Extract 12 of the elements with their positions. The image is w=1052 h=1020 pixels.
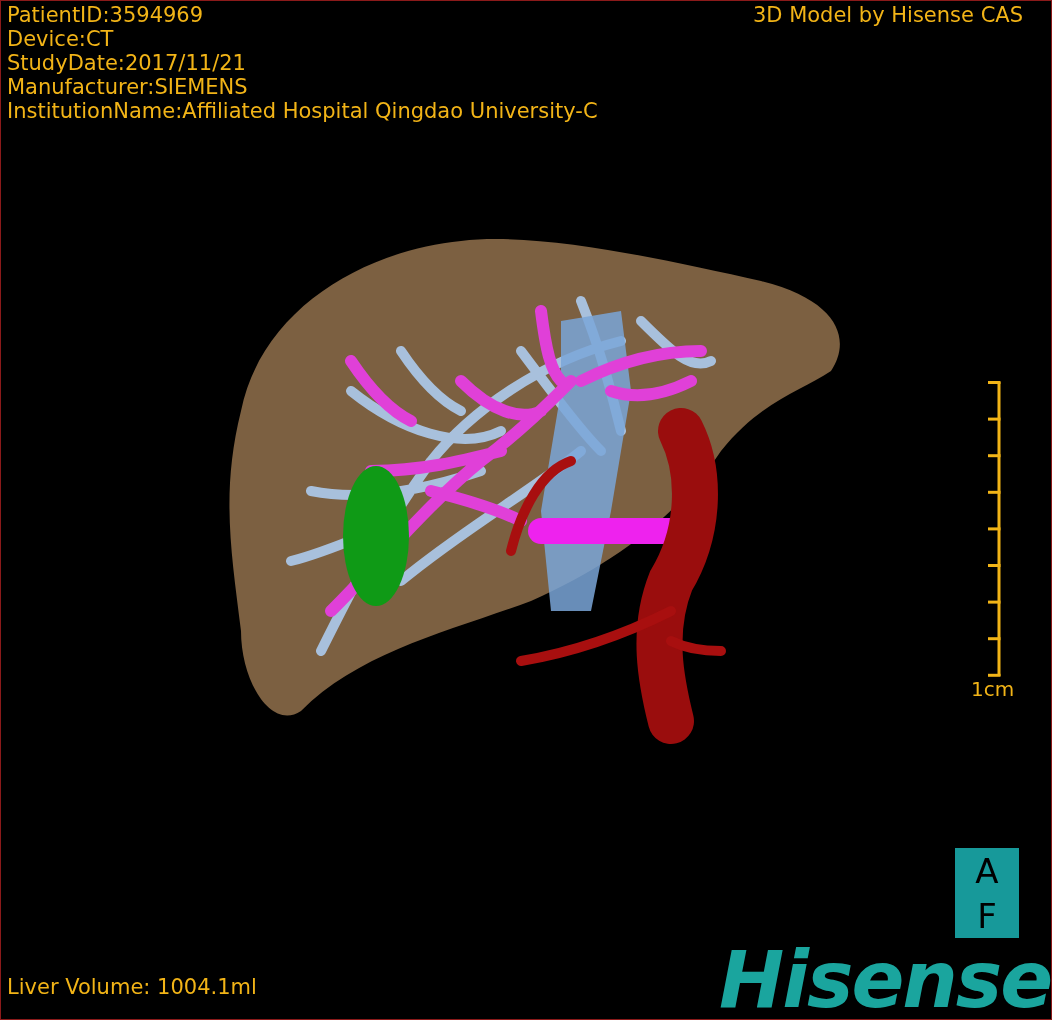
viewer-title: 3D Model by Hisense CAS: [752, 3, 1023, 27]
info-line: Manufacturer:SIEMENS: [7, 75, 248, 99]
info-line: Device:CT: [7, 27, 114, 51]
liver-volume-text: Liver Volume: 1004.1ml: [7, 973, 257, 1001]
scale-label: 1cm: [971, 676, 1015, 703]
orientation-label-top: A: [975, 853, 999, 888]
brand-logo: Hisense: [719, 941, 1052, 1019]
orientation-label-bottom: F: [977, 898, 997, 933]
info-line: InstitutionName:Affiliated Hospital Qingdao University-C: [7, 99, 598, 123]
info-line: StudyDate:2017/11/21: [7, 51, 246, 75]
info-line: PatientID:3594969: [7, 3, 204, 27]
orientation-marker[interactable]: A F: [955, 848, 1019, 938]
